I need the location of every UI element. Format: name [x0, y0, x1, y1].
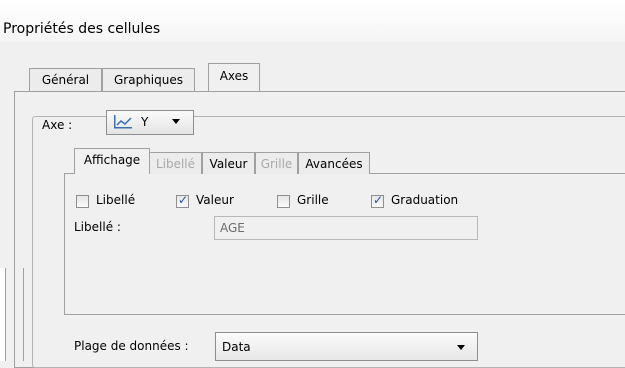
tab-general[interactable]: Général [29, 68, 102, 91]
checkbox-grille-label: Grille [297, 193, 329, 207]
tab-graphiques[interactable]: Graphiques [102, 68, 195, 91]
checkbox-grille[interactable] [277, 195, 290, 208]
tab-valeur-label: Valeur [209, 157, 248, 171]
axis-select-value: Y [141, 115, 149, 129]
axis-label: Axe : [42, 118, 73, 132]
checkbox-libelle-label: Libellé [96, 193, 136, 207]
tab-axes[interactable]: Axes [208, 63, 260, 91]
tab-graphiques-label: Graphiques [114, 73, 183, 87]
window-title: Propriétés des cellules [3, 21, 161, 37]
axis-select[interactable]: Y [106, 110, 194, 135]
tab-grille: Grille [255, 152, 298, 174]
inner-tab-strip: Affichage Libellé Valeur Grille Avancées [64, 148, 624, 175]
data-range-value: Data [222, 340, 251, 354]
outer-tab-strip: Général Graphiques Axes [14, 63, 625, 92]
data-range-select[interactable]: Data [215, 332, 478, 361]
tab-grille-label: Grille [260, 157, 293, 171]
tab-general-label: Général [41, 73, 90, 87]
tab-valeur[interactable]: Valeur [202, 152, 255, 174]
check-icon: ✓ [373, 193, 384, 207]
libelle-input-value: AGE [220, 221, 245, 235]
axis-group-legend: Axe : [38, 118, 79, 136]
tab-affichage-label: Affichage [83, 153, 141, 167]
divider-left [5, 268, 6, 361]
libelle-input[interactable]: AGE [214, 216, 478, 240]
checkbox-valeur[interactable]: ✓ [176, 193, 189, 208]
tab-avancees-label: Avancées [305, 157, 363, 171]
inner-tab-panel [64, 173, 625, 315]
chevron-down-icon [170, 115, 182, 130]
tab-affichage[interactable]: Affichage [74, 148, 150, 174]
checkbox-libelle[interactable] [76, 195, 89, 208]
chevron-down-icon [455, 341, 467, 356]
tab-axes-label: Axes [219, 69, 249, 83]
tab-libelle-label: Libellé [155, 157, 196, 171]
checkbox-valeur-label: Valeur [196, 193, 234, 207]
line-chart-icon [113, 115, 135, 132]
libelle-field-label: Libellé : [74, 220, 121, 234]
checkbox-graduation[interactable]: ✓ [371, 193, 384, 208]
divider-left-2 [23, 268, 24, 361]
title-bar: Propriétés des cellules [0, 0, 625, 42]
tab-avancees[interactable]: Avancées [298, 152, 370, 174]
tab-libelle: Libellé [149, 152, 202, 174]
check-icon: ✓ [178, 193, 189, 207]
checkbox-graduation-label: Graduation [391, 193, 459, 207]
data-range-label: Plage de données : [74, 339, 189, 353]
